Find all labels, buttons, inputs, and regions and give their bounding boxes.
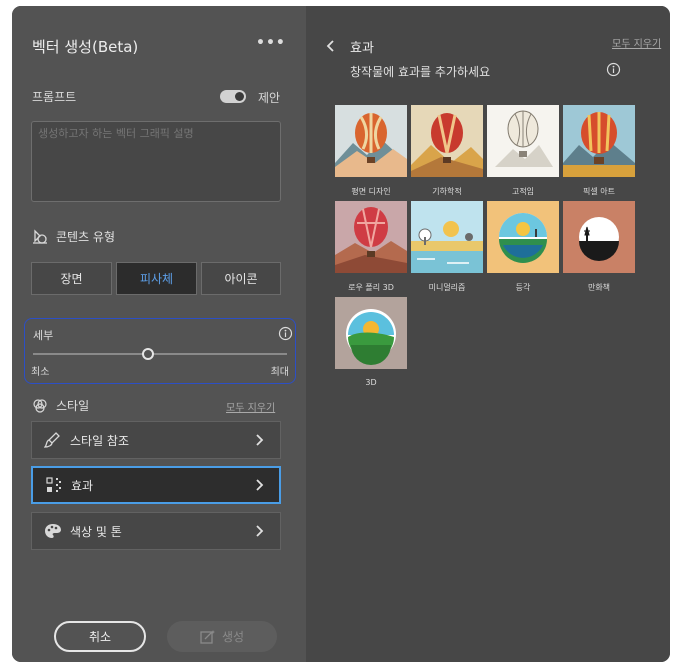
detail-label: 세부: [33, 329, 54, 342]
effect-geometric[interactable]: [411, 105, 483, 177]
comic-scene-image: [563, 201, 635, 273]
effect-label: 평면 디자인: [351, 187, 391, 196]
cancel-button[interactable]: 취소: [54, 621, 146, 652]
effect-minimalism[interactable]: [411, 201, 483, 273]
effect-label: 만화책: [587, 283, 611, 292]
detail-slider-thumb[interactable]: [142, 348, 154, 360]
content-type-label: 콘텐츠 유형: [56, 230, 116, 244]
effects-title: 효과: [350, 41, 374, 56]
panel-title: 벡터 생성(Beta): [32, 38, 139, 56]
3d-landscape-image: [335, 297, 407, 369]
effect-label: 등각: [515, 283, 531, 292]
info-icon[interactable]: [606, 62, 621, 77]
slider-min-label: 최소: [31, 367, 50, 378]
content-type-subject[interactable]: 피사체: [116, 262, 197, 295]
settings-panel: 벡터 생성(Beta) ••• 프롬프트 제안 콘텐츠 유형 장면 피사체 아이…: [12, 6, 306, 662]
effects-panel: 효과 모두 지우기 창작물에 효과를 추가하세요 평면 디자인 기하학적 고적임…: [306, 6, 670, 662]
chevron-right-icon: [256, 479, 264, 491]
back-chevron-icon[interactable]: [326, 40, 336, 52]
content-type-heading: 콘텐츠 유형: [32, 228, 115, 245]
effects-icon: [45, 476, 63, 494]
toggle-knob: [235, 92, 244, 101]
content-type-icon-option[interactable]: 아이콘: [201, 262, 281, 295]
effect-vintage[interactable]: [487, 105, 559, 177]
suggestions-label: 제안: [258, 91, 281, 105]
palette-icon: [44, 522, 62, 540]
detail-slider-track[interactable]: [33, 353, 287, 355]
brush-icon: [44, 431, 62, 449]
prompt-label: 프롬프트: [32, 90, 77, 104]
effect-label: 미니멀리즘: [428, 283, 466, 292]
style-clear-all-link[interactable]: 모두 지우기: [226, 399, 275, 414]
flat-balloon-image: [335, 105, 407, 177]
effect-label: 3D: [365, 378, 377, 387]
generate-button[interactable]: 생성: [167, 621, 277, 652]
effect-label: 로우 폴리 3D: [348, 283, 394, 292]
chevron-right-icon: [256, 434, 264, 446]
effect-3d[interactable]: [335, 297, 407, 369]
effects-subtitle: 창작물에 효과를 추가하세요: [350, 65, 491, 79]
vintage-balloon-image: [487, 105, 559, 177]
effects-label: 효과: [71, 478, 94, 493]
geometric-balloon-image: [411, 105, 483, 177]
slider-max-label: 최대: [270, 367, 289, 378]
pixel-balloon-image: [563, 105, 635, 177]
generate-label: 생성: [221, 630, 245, 644]
effects-button[interactable]: 효과: [31, 466, 281, 504]
isometric-landscape-image: [487, 201, 559, 273]
effect-label: 고적임: [511, 187, 535, 196]
suggestions-toggle[interactable]: [220, 90, 246, 103]
effect-label: 기하학적: [432, 187, 462, 196]
effect-low-poly-3d[interactable]: [335, 201, 407, 273]
effect-comic-book[interactable]: [563, 201, 635, 273]
color-tone-button[interactable]: 색상 및 톤: [31, 512, 281, 550]
effect-isometric[interactable]: [487, 201, 559, 273]
prompt-input[interactable]: [31, 121, 281, 202]
color-tone-label: 색상 및 톤: [70, 524, 122, 539]
info-icon[interactable]: [278, 326, 293, 341]
content-type-icon: [33, 228, 47, 244]
style-reference-button[interactable]: 스타일 참조: [31, 421, 281, 459]
effect-label: 픽셀 아트: [583, 187, 615, 196]
style-label: 스타일: [56, 399, 90, 413]
vector-generation-dialog: 벡터 생성(Beta) ••• 프롬프트 제안 콘텐츠 유형 장면 피사체 아이…: [12, 6, 670, 662]
effect-pixel-art[interactable]: [563, 105, 635, 177]
chevron-right-icon: [256, 525, 264, 537]
style-reference-label: 스타일 참조: [70, 433, 130, 448]
minimal-landscape-image: [411, 201, 483, 273]
generate-icon: [200, 629, 215, 644]
detail-slider-group: 세부 최소 최대: [24, 318, 296, 384]
style-icon: [33, 398, 47, 413]
content-type-scene[interactable]: 장면: [31, 262, 112, 295]
effects-clear-all-link[interactable]: 모두 지우기: [612, 35, 661, 50]
low-poly-balloon-image: [335, 201, 407, 273]
more-options-button[interactable]: •••: [256, 36, 285, 54]
style-heading: 스타일: [32, 397, 89, 414]
effect-flat-design[interactable]: [335, 105, 407, 177]
